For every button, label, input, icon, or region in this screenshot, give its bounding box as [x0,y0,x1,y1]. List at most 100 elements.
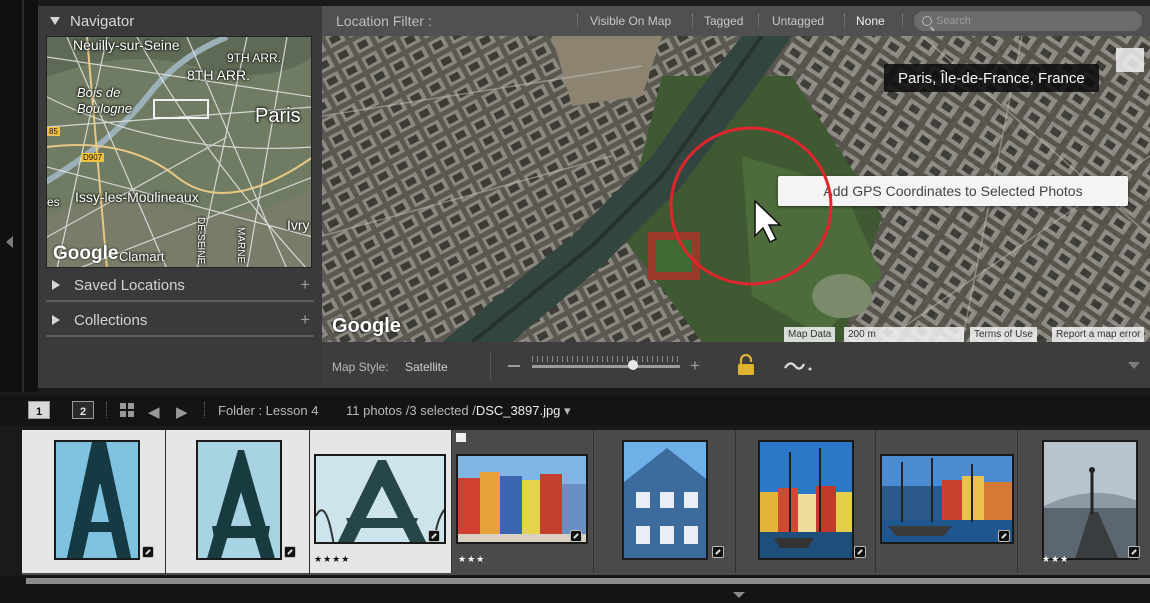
filmstrip-thumb[interactable] [22,430,166,573]
filmstrip-thumb[interactable]: ★★★ [452,430,594,573]
photo-pier [1042,440,1138,560]
terms-of-use-link[interactable]: Terms of Use [970,327,1037,342]
photo-blue-house-image [624,442,706,558]
back-arrow-icon[interactable]: ◀ [148,403,160,421]
map-label-bois: Bois de Boulogne [77,85,132,116]
filter-tagged[interactable]: Tagged [704,14,743,28]
map-search-input[interactable]: Search [914,11,1142,31]
header-divider [106,402,107,418]
photo-blue-house [622,440,708,560]
filmstrip-thumb[interactable] [736,430,876,573]
toolbar-dropdown-icon[interactable] [1128,362,1140,369]
forward-arrow-icon[interactable]: ▶ [176,403,188,421]
photo-nyhavn-1-image [458,456,586,542]
metadata-badge-icon [428,530,440,542]
photo-eiffel-1 [54,440,140,560]
add-saved-location-icon[interactable]: + [300,275,310,295]
metadata-badge-icon [854,546,866,558]
location-filter-title: Location Filter : [336,13,432,29]
photo-count-text: 11 photos /3 selected / [346,403,476,418]
photo-harbor-2-image [882,456,1012,542]
scale-label: 200 m [848,329,876,340]
folder-source-label[interactable]: Folder : Lesson 4 [218,403,318,418]
filmstrip-thumb[interactable] [876,430,1018,573]
map-label-ivry: Ivry [287,217,310,233]
photo-eiffel-2-image [198,442,280,558]
filter-divider [902,14,903,28]
filter-divider [692,14,693,28]
zoom-out-icon[interactable] [508,365,520,367]
metadata-badge-icon [570,530,582,542]
lock-icon[interactable] [737,354,755,376]
filter-divider [758,14,759,28]
star-rating: ★★★ [1042,554,1070,564]
filmstrip-thumb[interactable]: ★★★ [1018,430,1150,573]
map-label-9th-arr: 9TH ARR. [227,51,282,65]
map-label-issy: Issy-les-Moulineaux [75,189,199,205]
filter-divider [577,14,578,28]
location-badge: Paris, Île-de-France, France [884,64,1099,92]
add-collection-icon[interactable]: + [300,310,310,330]
photo-count-label[interactable]: 11 photos /3 selected /DSC_3897.jpg ▾ [346,403,571,419]
tracklog-icon[interactable] [784,358,818,372]
satellite-map[interactable]: Paris, Île-de-France, France Add GPS Coo… [322,36,1150,342]
saved-locations-label: Saved Locations [74,276,185,294]
filter-visible-on-map[interactable]: Visible On Map [590,14,671,28]
filename-dropdown-icon: ▾ [564,403,571,418]
secondary-window-button[interactable]: 2 [72,401,94,419]
panel-divider [46,300,314,302]
zoom-in-icon[interactable]: + [690,356,700,376]
star-rating: ★★★ [458,554,486,564]
zoom-slider-knob[interactable] [627,360,638,370]
map-label-seine: DE-SEINE [195,217,206,265]
collections-header[interactable]: Collections + [38,305,322,335]
filmstrip-thumb[interactable]: ★★★★ [310,430,452,573]
filmstrip: ★★★★ ★★★ ★★★ [22,430,1150,575]
left-edge-strip [0,0,38,392]
zoom-slider[interactable] [532,365,680,368]
metadata-badge-icon [998,530,1010,542]
expand-triangle-icon [52,315,60,325]
add-gps-tooltip[interactable]: Add GPS Coordinates to Selected Photos [778,176,1128,206]
filter-none[interactable]: None [856,14,885,28]
grid-view-icon[interactable] [120,403,134,417]
collections-label: Collections [74,311,148,329]
left-panel-toggle-icon[interactable] [6,236,13,248]
star-rating: ★★★★ [314,554,351,564]
photo-eiffel-3 [314,454,446,544]
primary-window-button[interactable]: 1 [28,401,50,419]
photo-eiffel-2 [196,440,282,560]
filmstrip-header: 1 2 ◀ ▶ Folder : Lesson 4 11 photos /3 s… [0,396,1150,426]
navigator-title: Navigator [70,12,135,30]
photo-harbor-1 [758,440,854,560]
road-badge-d907: D907 [81,153,105,162]
metadata-badge-icon [712,546,724,558]
filmstrip-scrollbar[interactable] [26,578,1150,584]
metadata-badge-icon [142,546,154,558]
navigator-header[interactable]: Navigator [38,6,322,36]
filter-untagged[interactable]: Untagged [772,14,824,28]
satellite-google-logo: Google [332,315,401,337]
filmstrip-toggle-icon[interactable] [733,592,745,598]
map-label-neuilly: Neuilly-sur-Seine [73,37,180,53]
report-map-error-link[interactable]: Report a map error [1052,327,1145,342]
current-filename: DSC_3897.jpg [475,403,561,418]
metadata-badge-icon [1128,546,1140,558]
photo-eiffel-1-image [56,442,138,558]
filmstrip-thumb[interactable] [166,430,310,573]
navigator-map[interactable]: Neuilly-sur-Seine 9TH ARR. 8TH ARR. Bois… [46,36,312,268]
panel-divider [46,335,314,337]
photo-nyhavn-1 [456,454,588,544]
navigator-viewport-box[interactable] [153,99,209,119]
search-placeholder: Search [936,15,971,27]
map-style-select[interactable]: Satellite [405,360,448,374]
saved-locations-header[interactable]: Saved Locations + [38,270,322,300]
filter-divider [844,14,845,28]
photo-harbor-2 [880,454,1014,544]
map-data-link[interactable]: Map Data [784,327,836,342]
filmstrip-thumb[interactable] [594,430,736,573]
toolbar-divider [490,352,491,380]
flag-icon [456,433,466,442]
map-overlay-button[interactable] [1116,48,1144,72]
edge-rule [22,0,24,392]
